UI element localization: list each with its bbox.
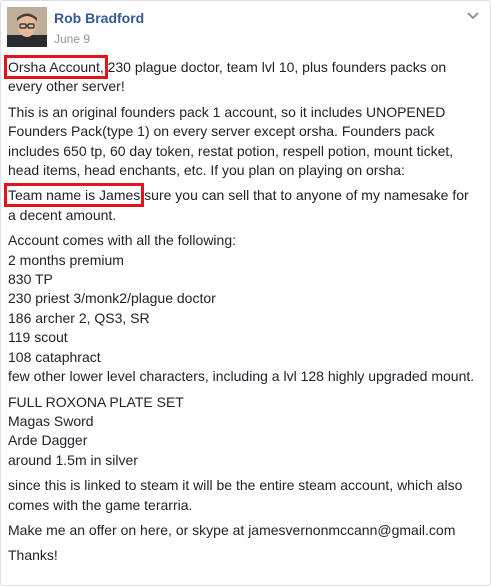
post-date[interactable]: June 9 [54, 32, 90, 46]
highlighted-text: Orsha Account, [4, 55, 108, 79]
contact-paragraph: Make me an offer on here, or skype at ja… [8, 521, 456, 538]
avatar-image [7, 7, 47, 47]
post-paragraph: since this is linked to steam it will be… [8, 477, 463, 513]
author-name[interactable]: Rob Bradford [54, 10, 144, 26]
post-body: Orsha Account, 230 plague doctor, team l… [3, 55, 478, 572]
post-paragraph: Thanks! [8, 547, 58, 564]
post-paragraph: This is an original founders pack 1 acco… [8, 103, 454, 179]
account-list: Account comes with all the following: 2 … [8, 232, 475, 385]
highlighted-text: Team name is James [3, 183, 145, 208]
chevron-down-icon[interactable] [466, 11, 480, 21]
post-card: Rob Bradford June 9 Orsha Account, 230 p… [0, 0, 491, 586]
avatar[interactable] [7, 7, 47, 47]
post-paragraph: Team name is James sure you can sell tha… [3, 183, 469, 223]
post-paragraph: Orsha Account, 230 plague doctor, team l… [4, 55, 447, 95]
items-list: FULL ROXONA PLATE SET Magas Sword Arde D… [8, 393, 184, 468]
